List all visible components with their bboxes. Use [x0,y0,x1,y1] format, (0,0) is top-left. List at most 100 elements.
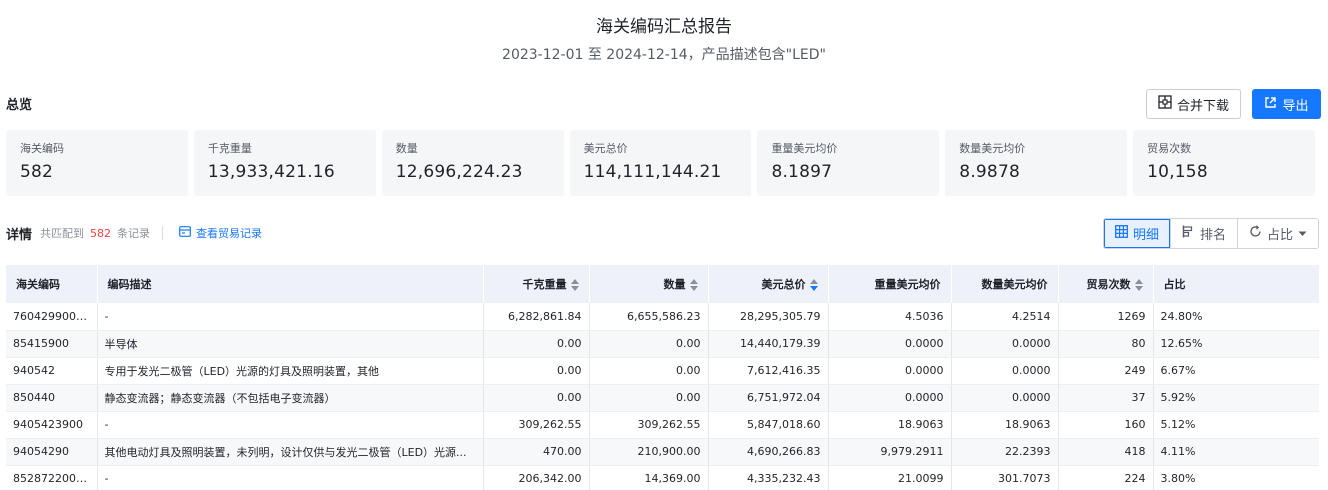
view-trade-records-label: 查看贸易记录 [196,227,263,240]
card-label: 数量 [395,142,418,155]
table-row[interactable]: 940542 专用于发光二极管（LED）光源的灯具及照明装置，其他 0.00 0… [6,357,1319,385]
card-label: 海关编码 [20,142,64,155]
sort-desc-icon[interactable] [809,279,818,291]
merge-download-label: 合并下载 [1176,98,1229,114]
tab-rank[interactable]: 排名 [1171,219,1238,248]
cell-weight-usd-avg: 0.0000 [828,357,952,385]
chevron-down-icon [1298,226,1307,241]
col-weight-usd-avg: 重量美元均价 [828,265,952,303]
export-label: 导出 [1282,98,1309,114]
cell-weight-kg: 470.00 [483,438,590,466]
cell-weight-usd-avg: 0.0000 [828,330,952,358]
cell-trade-count: 160 [1058,411,1154,439]
bar-rank-icon [1182,225,1195,242]
card-label: 贸易次数 [1147,142,1192,155]
overview-heading: 总览 [6,98,33,113]
summary-card-trade-count: 贸易次数 10,158 [1133,130,1316,196]
cell-qty-usd-avg: 0.0000 [951,357,1059,385]
table-row[interactable]: 8528722000... - 206,342.00 14,369.00 4,3… [6,465,1319,490]
cell-description: 静态变流器；静态变流器（不包括电子变流器） [97,384,484,412]
cell-quantity: 14,369.00 [589,465,709,490]
cell-description: - [97,303,484,331]
cell-trade-count: 1269 [1058,303,1154,331]
cell-weight-kg: 0.00 [483,384,590,412]
card-value: 12,696,224.23 [395,162,523,182]
cell-weight-kg: 309,262.55 [483,411,590,439]
summary-cards: 海关编码 582 千克重量 13,933,421.16 数量 12,696,22… [6,130,1316,196]
col-quantity[interactable]: 数量 [589,265,709,303]
tab-rank-label: 排名 [1199,228,1226,243]
cell-usd-total: 4,335,232.43 [708,465,829,490]
report-title: 海关编码汇总报告 [596,17,732,37]
col-trade-count-label: 贸易次数 [1086,278,1131,291]
col-qty-usd-avg-label: 数量美元均价 [981,278,1048,291]
card-value: 10,158 [1147,162,1208,182]
table-row[interactable]: 94054290 其他电动灯具及照明装置，未列明，设计仅供与发光二极管（LED）… [6,438,1319,466]
tab-detail-label: 明细 [1132,228,1159,243]
cell-trade-count: 37 [1058,384,1154,412]
cell-quantity: 0.00 [589,384,709,412]
card-label: 数量美元均价 [959,142,1026,155]
cell-quantity: 0.00 [589,330,709,358]
cell-qty-usd-avg: 0.0000 [951,384,1059,412]
table-row[interactable]: 9405423900 - 309,262.55 309,262.55 5,847… [6,411,1319,439]
cell-quantity: 210,900.00 [589,438,709,466]
col-qty-usd-avg: 数量美元均价 [951,265,1059,303]
merge-icon [1158,95,1172,113]
grid-icon [1115,225,1128,242]
cell-quantity: 0.00 [589,357,709,385]
cell-qty-usd-avg: 22.2393 [951,438,1059,466]
tab-detail[interactable]: 明细 [1104,219,1171,248]
col-weight-kg[interactable]: 千克重量 [483,265,590,303]
cell-weight-kg: 0.00 [483,330,590,358]
cell-usd-total: 14,440,179.39 [708,330,829,358]
summary-card-qty-usd-avg: 数量美元均价 8.9878 [945,130,1128,196]
cell-usd-total: 28,295,305.79 [708,303,829,331]
col-hs-code-label: 海关编码 [16,278,60,291]
export-button[interactable]: 导出 [1252,89,1321,119]
cell-weight-kg: 206,342.00 [483,465,590,490]
view-trade-records-link[interactable]: 查看贸易记录 [179,225,262,241]
cell-hs-code[interactable]: 85415900 [6,330,98,358]
cell-trade-count: 80 [1058,330,1154,358]
cell-quantity: 6,655,586.23 [589,303,709,331]
cell-hs-code[interactable]: 9405423900 [6,411,98,439]
cell-description: 其他电动灯具及照明装置，未列明，设计仅供与发光二极管（LED）光源... [97,438,484,466]
cell-hs-code[interactable]: 8528722000... [6,465,98,490]
card-icon [179,226,191,240]
card-label: 重量美元均价 [771,142,838,155]
cell-usd-total: 4,690,266.83 [708,438,829,466]
col-usd-total[interactable]: 美元总价 [708,265,829,303]
match-summary: 共匹配到 582 条记录 [40,225,150,241]
cell-usd-total: 7,612,416.35 [708,357,829,385]
sort-icon[interactable] [570,279,579,291]
summary-card-quantity: 数量 12,696,224.23 [381,130,564,196]
merge-download-button[interactable]: 合并下载 [1146,89,1241,119]
table-row[interactable]: 7604299000... - 6,282,861.84 6,655,586.2… [6,303,1319,331]
cell-hs-code[interactable]: 850440 [6,384,98,412]
cell-weight-usd-avg: 0.0000 [828,384,952,412]
cell-hs-code[interactable]: 940542 [6,357,98,385]
col-trade-count[interactable]: 贸易次数 [1058,265,1154,303]
summary-card-usd-total: 美元总价 114,111,144.21 [569,130,752,196]
cell-hs-code[interactable]: 7604299000... [6,303,98,331]
cell-qty-usd-avg: 0.0000 [951,330,1059,358]
cell-description: - [97,411,484,439]
table-row[interactable]: 85415900 半导体 0.00 0.00 14,440,179.39 0.0… [6,330,1319,358]
card-value: 582 [20,162,54,182]
cell-share: 3.80% [1153,465,1319,490]
summary-card-hs-code: 海关编码 582 [6,130,188,196]
col-share: 占比 [1153,265,1319,303]
detail-bar: 详情 共匹配到 582 条记录 查看贸易记录 [6,222,262,244]
cell-share: 24.80% [1153,303,1319,331]
cell-hs-code[interactable]: 94054290 [6,438,98,466]
col-usd-total-label: 美元总价 [761,278,806,291]
cell-description: 专用于发光二极管（LED）光源的灯具及照明装置，其他 [97,357,484,385]
table-row[interactable]: 850440 静态变流器；静态变流器（不包括电子变流器） 0.00 0.00 6… [6,384,1319,412]
sort-icon[interactable] [1134,279,1143,291]
sort-icon[interactable] [689,279,698,291]
divider [162,226,164,240]
cell-weight-kg: 6,282,861.84 [483,303,590,331]
tab-ratio[interactable]: 占比 [1238,219,1318,248]
cell-weight-usd-avg: 9,979.2911 [828,438,952,466]
